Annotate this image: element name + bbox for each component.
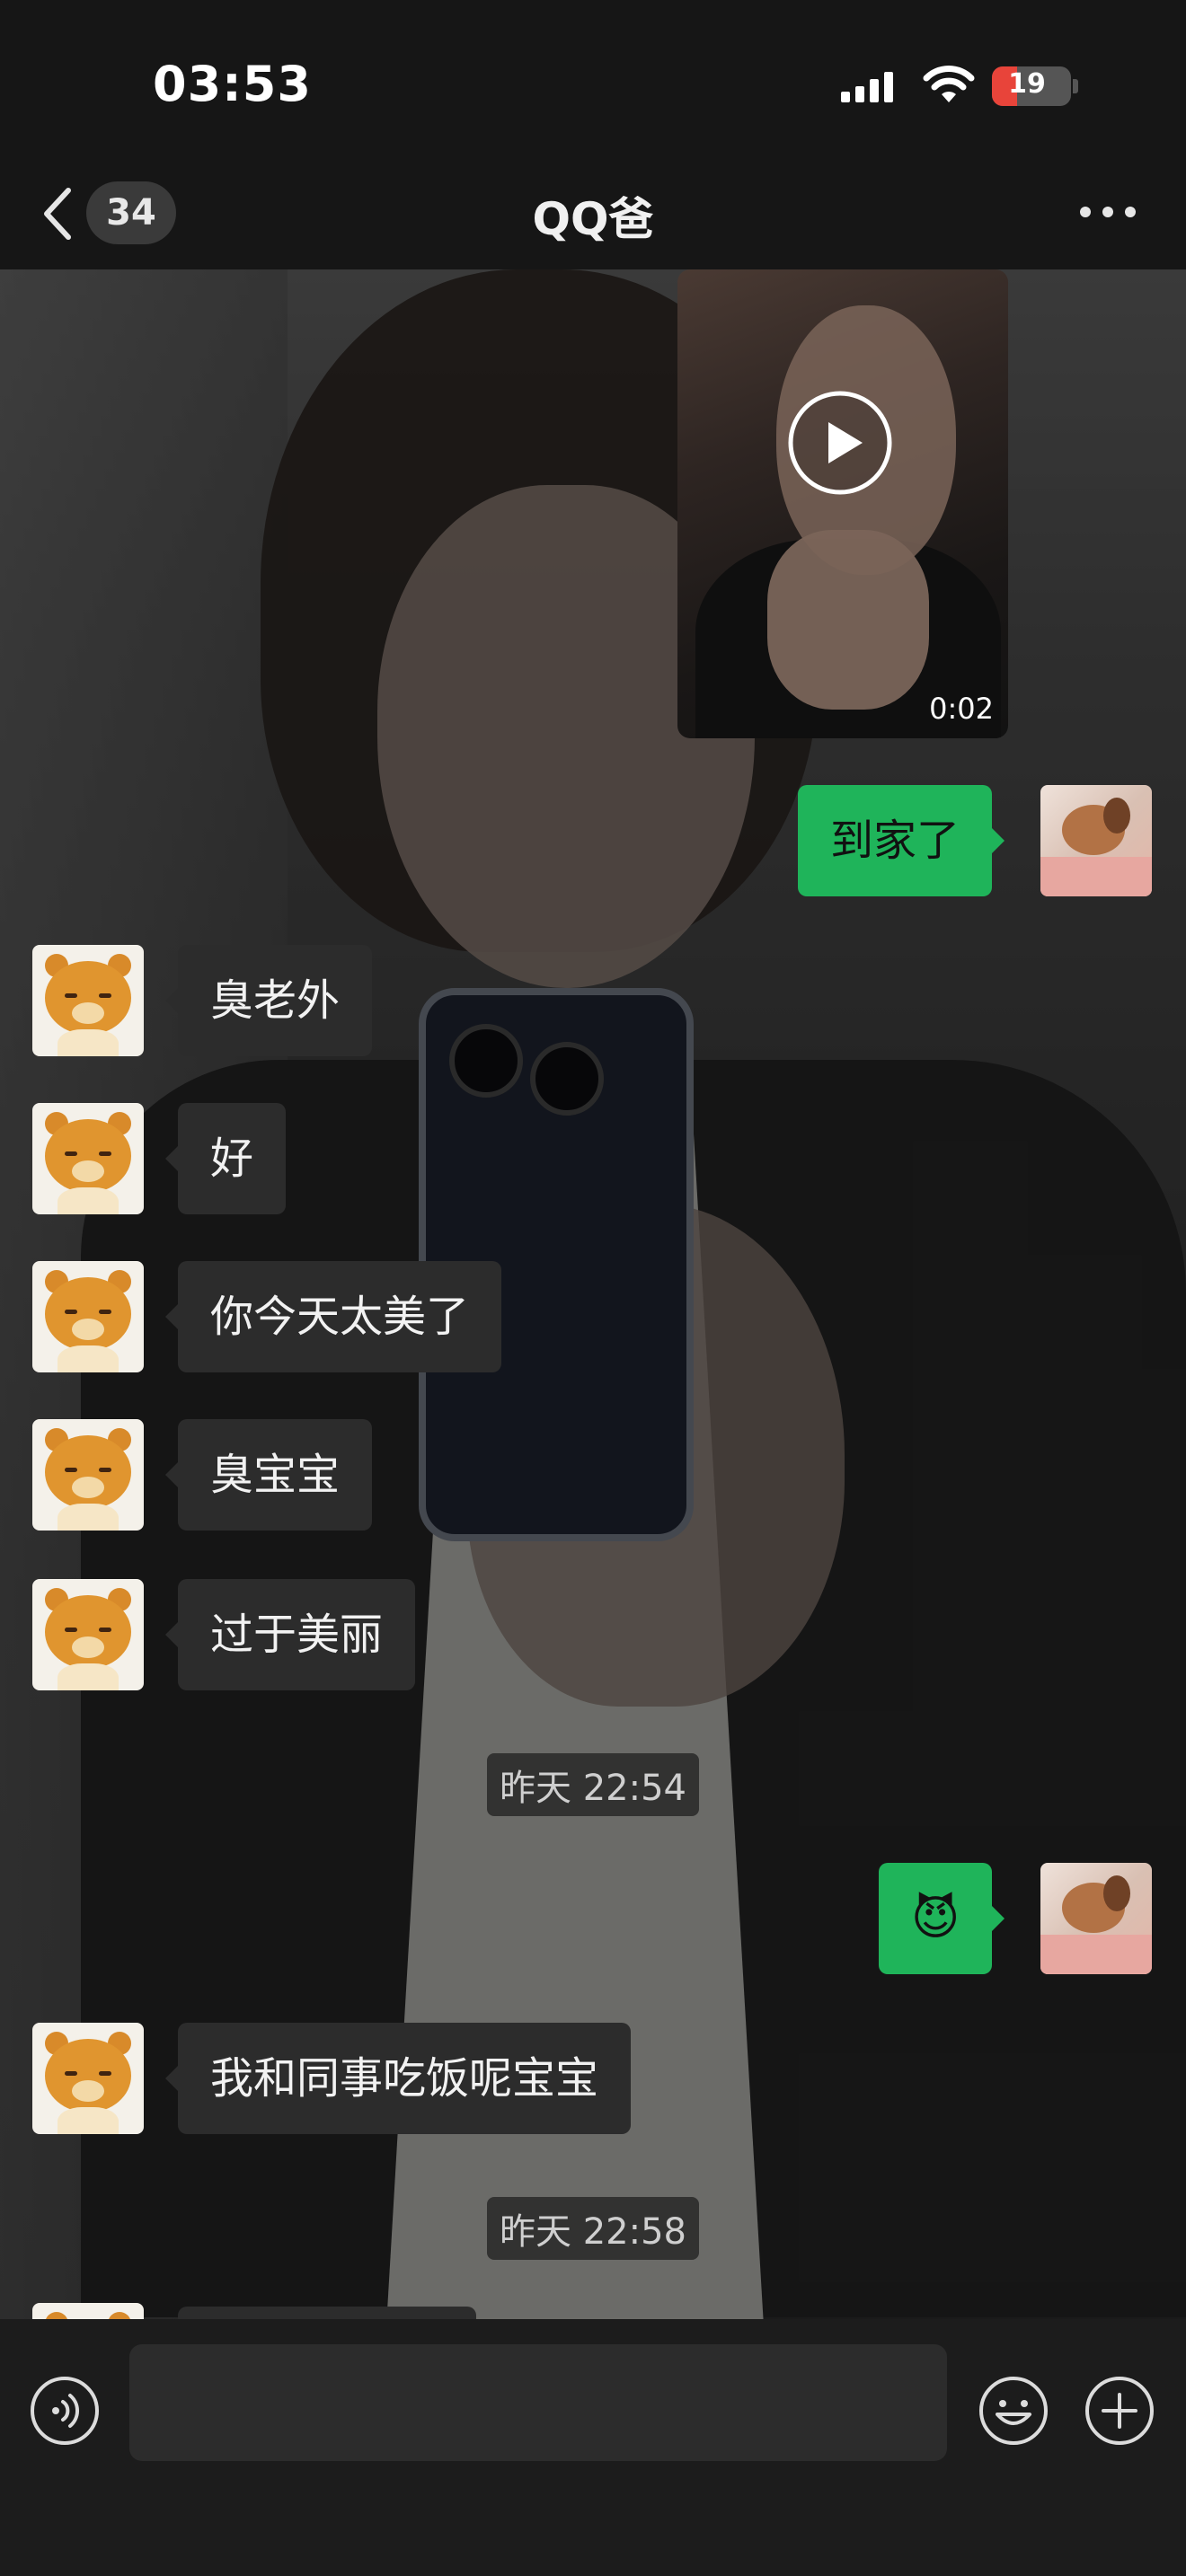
message-timestamp: 昨天 22:54 [0, 1753, 1186, 1816]
contact-avatar[interactable] [32, 945, 144, 1056]
status-time: 03:53 [153, 56, 312, 112]
video-message[interactable]: 0:02 [677, 269, 1008, 738]
chat-message-list[interactable]: 0:02 到家了 臭老外 好 你今天太美了 臭宝宝 过于美丽 昨天 22:54 … [0, 269, 1186, 2319]
chat-header: 34 QQ爸 [0, 162, 1186, 269]
video-duration: 0:02 [929, 692, 994, 726]
my-avatar[interactable] [1040, 785, 1152, 896]
message-bubble-incoming[interactable]: 臭老外 [164, 945, 373, 1056]
message-bubble-incoming[interactable]: 好 [164, 1103, 287, 1214]
timestamp-label: 昨天 22:58 [487, 2197, 699, 2260]
timestamp-label: 昨天 22:54 [487, 1753, 699, 1816]
my-avatar[interactable] [1040, 1863, 1152, 1974]
cellular-signal-icon [841, 72, 893, 102]
message-input[interactable] [129, 2344, 947, 2461]
contact-avatar[interactable] [32, 1103, 144, 1214]
contact-avatar[interactable] [32, 2303, 144, 2319]
contact-avatar[interactable] [32, 2023, 144, 2134]
wifi-icon [923, 66, 975, 102]
emoji-icon[interactable] [978, 2375, 1049, 2447]
message-bubble-incoming[interactable] [178, 2307, 476, 2319]
message-bubble-incoming[interactable]: 过于美丽 [164, 1579, 416, 1690]
battery-level: 19 [1008, 68, 1046, 100]
message-bubble-incoming[interactable]: 我和同事吃饭呢宝宝 [164, 2023, 632, 2134]
message-bubble-incoming[interactable]: 臭宝宝 [164, 1419, 373, 1531]
message-bubble-incoming[interactable]: 你今天太美了 [164, 1261, 502, 1372]
contact-avatar[interactable] [32, 1261, 144, 1372]
chat-title: QQ爸 [532, 193, 654, 245]
message-bubble-outgoing[interactable]: 到家了 [798, 785, 1005, 896]
add-more-icon[interactable] [1084, 2375, 1155, 2447]
battery-icon: 19 [992, 66, 1078, 106]
contact-avatar[interactable] [32, 1579, 144, 1690]
more-options-icon[interactable] [1076, 201, 1139, 223]
message-bubble-outgoing[interactable]: 😈 [879, 1863, 1005, 1974]
play-icon[interactable] [787, 390, 893, 496]
voice-input-icon[interactable] [29, 2375, 101, 2447]
message-input-bar [0, 2319, 1186, 2576]
contact-avatar[interactable] [32, 1419, 144, 1531]
status-bar: 03:53 19 [0, 0, 1186, 162]
message-timestamp: 昨天 22:58 [0, 2197, 1186, 2260]
